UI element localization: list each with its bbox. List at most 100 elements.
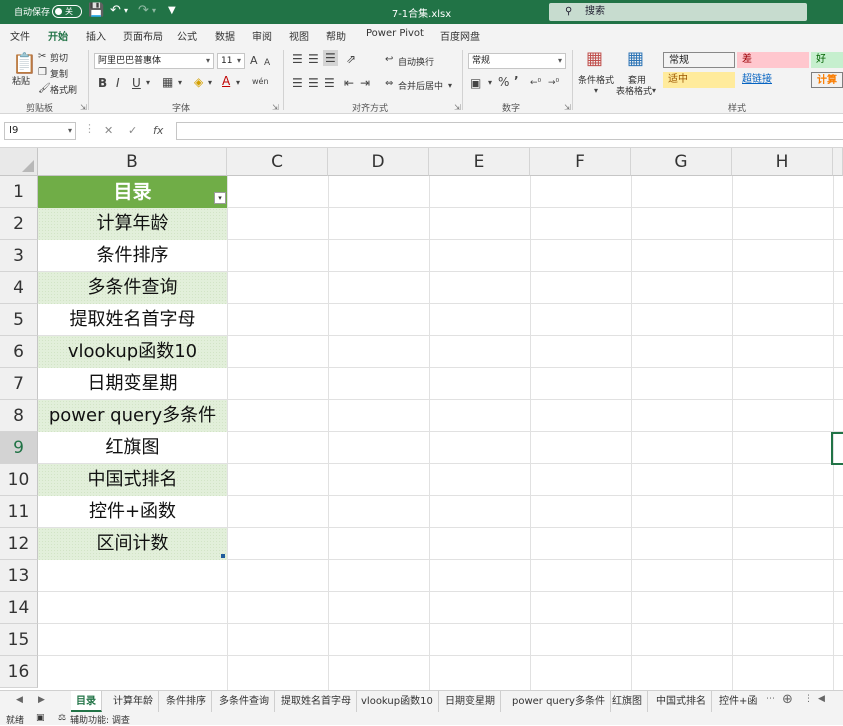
select-all-button[interactable]: [0, 148, 38, 176]
style-bad[interactable]: 差: [737, 52, 809, 68]
row-header[interactable]: 12: [0, 528, 38, 560]
merge-dropdown-icon[interactable]: ▾: [448, 79, 452, 93]
column-header[interactable]: H: [732, 148, 833, 176]
wrap-text-button[interactable]: 自动换行: [398, 55, 434, 68]
grow-font-button[interactable]: A: [250, 54, 258, 68]
row-header[interactable]: 8: [0, 400, 38, 432]
catalog-cell[interactable]: power query多条件: [38, 400, 227, 432]
style-good[interactable]: 好: [811, 52, 843, 68]
underline-button[interactable]: U: [132, 76, 141, 90]
row-header[interactable]: 2: [0, 208, 38, 240]
accounting-format-icon[interactable]: ▣: [470, 76, 481, 90]
sheet-tab[interactable]: 多条件查询: [214, 691, 275, 712]
spreadsheet-grid[interactable]: B C D E F G H 1 2 3 4 5 6 7 8 9 10 11 12…: [0, 148, 843, 690]
align-middle-icon[interactable]: ☰: [308, 52, 319, 66]
column-header[interactable]: G: [631, 148, 732, 176]
cut-button[interactable]: 剪切: [50, 51, 68, 64]
comma-style-icon[interactable]: ’: [514, 74, 519, 88]
catalog-cell[interactable]: 计算年龄: [38, 208, 227, 240]
macro-record-icon[interactable]: ▣: [36, 713, 45, 723]
row-header[interactable]: 10: [0, 464, 38, 496]
tab-insert[interactable]: 插入: [86, 28, 106, 43]
tab-power-pivot[interactable]: Power Pivot: [366, 28, 424, 39]
underline-dropdown-icon[interactable]: ▾: [146, 76, 150, 90]
tab-formulas[interactable]: 公式: [177, 28, 197, 43]
paste-button[interactable]: 粘贴: [12, 74, 30, 87]
shrink-font-button[interactable]: A: [264, 56, 270, 70]
prev-sheet-icon[interactable]: ◀: [16, 695, 23, 705]
cut-icon[interactable]: ✂: [38, 50, 46, 64]
row-header[interactable]: 6: [0, 336, 38, 368]
format-painter-icon[interactable]: 🖌: [38, 82, 51, 96]
filter-dropdown-icon[interactable]: ▾: [214, 192, 226, 204]
row-header[interactable]: 7: [0, 368, 38, 400]
italic-button[interactable]: I: [116, 76, 120, 90]
tab-baidu-netdisk[interactable]: 百度网盘: [440, 28, 480, 43]
fill-color-icon[interactable]: ◈: [194, 75, 203, 89]
clipboard-launcher-icon[interactable]: ⇲: [80, 103, 87, 112]
catalog-cell[interactable]: 区间计数: [38, 528, 227, 560]
catalog-cell[interactable]: 控件+函数: [38, 496, 227, 528]
sheet-tab[interactable]: 条件排序: [161, 691, 212, 712]
font-color-button[interactable]: A: [222, 74, 230, 88]
insert-function-button[interactable]: fx: [153, 124, 163, 137]
search-input[interactable]: ⚲ 搜索: [549, 3, 807, 21]
decrease-decimal-icon[interactable]: →⁰: [548, 76, 559, 90]
accessibility-status[interactable]: 辅助功能: 调查: [70, 713, 130, 726]
catalog-cell[interactable]: 红旗图: [38, 432, 227, 464]
bold-button[interactable]: B: [98, 76, 107, 90]
column-header[interactable]: C: [227, 148, 328, 176]
row-header[interactable]: 1: [0, 176, 38, 208]
copy-button[interactable]: 复制: [50, 67, 68, 80]
merge-center-icon[interactable]: ⇔: [385, 77, 393, 91]
align-right-icon[interactable]: ☰: [324, 76, 335, 90]
tab-home[interactable]: 开始: [48, 28, 68, 47]
increase-decimal-icon[interactable]: ←⁰: [530, 76, 541, 90]
conditional-format-icon[interactable]: ▦: [586, 49, 603, 69]
percent-button[interactable]: %: [498, 75, 509, 89]
name-box[interactable]: I9 ▾: [4, 122, 76, 140]
catalog-cell[interactable]: 提取姓名首字母: [38, 304, 227, 336]
border-dropdown-icon[interactable]: ▾: [178, 76, 182, 90]
column-header[interactable]: B: [38, 148, 227, 176]
tab-view[interactable]: 视图: [289, 28, 309, 43]
paste-icon[interactable]: 📋: [12, 52, 37, 74]
font-launcher-icon[interactable]: ⇲: [272, 103, 279, 112]
column-header[interactable]: F: [530, 148, 631, 176]
merge-center-button[interactable]: 合并后居中: [398, 79, 443, 92]
font-size-select[interactable]: 11 ▾: [217, 53, 245, 69]
catalog-cell[interactable]: 条件排序: [38, 240, 227, 272]
sheet-tab[interactable]: power query多条件: [507, 691, 611, 712]
align-center-icon[interactable]: ☰: [308, 76, 319, 90]
catalog-cell[interactable]: 多条件查询: [38, 272, 227, 304]
increase-indent-icon[interactable]: ⇥: [360, 76, 370, 90]
row-header[interactable]: 3: [0, 240, 38, 272]
row-header[interactable]: 4: [0, 272, 38, 304]
border-icon[interactable]: ▦: [162, 75, 173, 89]
decrease-indent-icon[interactable]: ⇤: [344, 76, 354, 90]
style-hyperlink[interactable]: 超链接: [737, 72, 809, 88]
align-top-icon[interactable]: ☰: [292, 52, 303, 66]
row-header[interactable]: 5: [0, 304, 38, 336]
table-resize-handle[interactable]: [221, 554, 225, 558]
wrap-text-icon[interactable]: ↩: [385, 53, 393, 67]
copy-icon[interactable]: ❐: [38, 66, 47, 80]
column-header[interactable]: E: [429, 148, 530, 176]
style-normal[interactable]: 常规: [663, 52, 735, 68]
row-header[interactable]: 13: [0, 560, 38, 592]
align-bottom-icon[interactable]: ☰: [323, 50, 338, 66]
catalog-cell[interactable]: 日期变星期: [38, 368, 227, 400]
formula-input[interactable]: [176, 122, 843, 140]
sheet-tab[interactable]: 计算年龄: [108, 691, 159, 712]
font-color-dropdown-icon[interactable]: ▾: [236, 76, 240, 90]
tab-help[interactable]: 帮助: [326, 28, 346, 43]
conditional-format-dropdown-icon[interactable]: ▾: [594, 84, 598, 98]
phonetic-button[interactable]: wén: [252, 75, 269, 89]
column-header-partial[interactable]: [833, 148, 843, 176]
catalog-cell[interactable]: vlookup函数10: [38, 336, 227, 368]
more-options-icon[interactable]: ⋮: [84, 122, 95, 135]
sheet-tab[interactable]: 红旗图: [607, 691, 648, 712]
tab-data[interactable]: 数据: [215, 28, 235, 43]
table-format-dropdown-icon[interactable]: ▾: [652, 84, 656, 98]
number-format-select[interactable]: 常规 ▾: [468, 53, 566, 69]
